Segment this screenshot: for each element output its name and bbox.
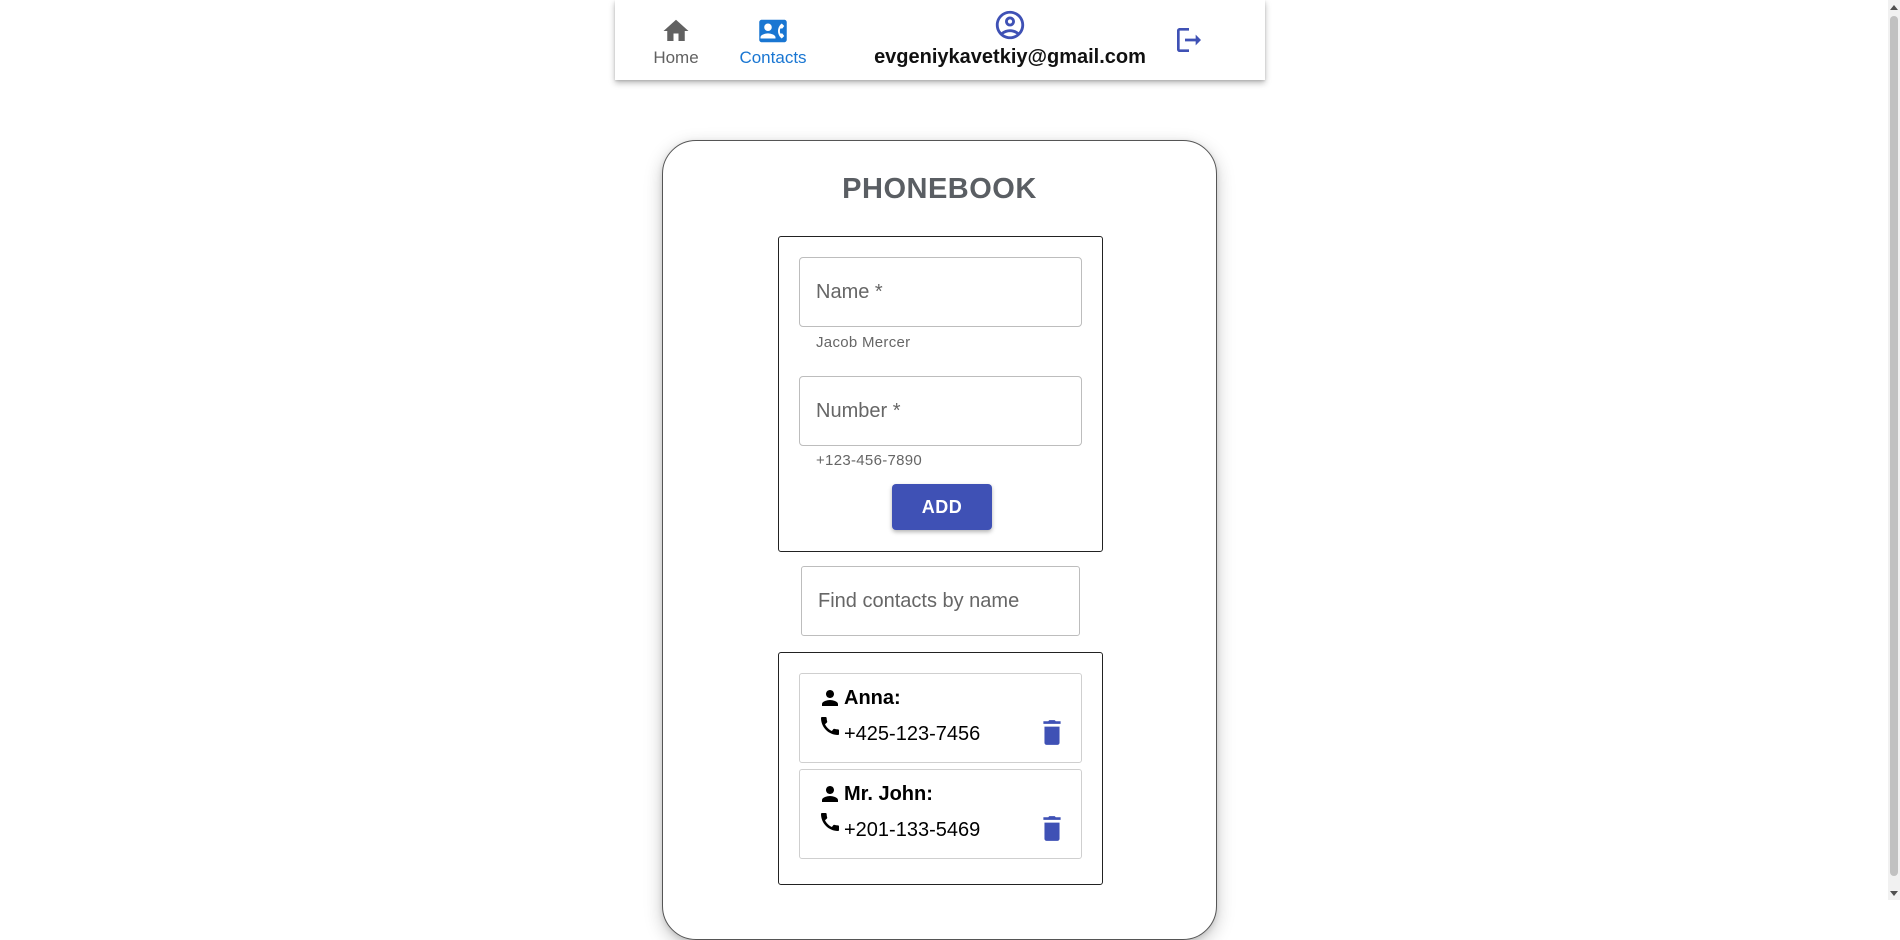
scroll-up-arrow[interactable]	[1888, 0, 1900, 14]
trash-icon	[1039, 814, 1065, 842]
contacts-icon	[758, 16, 788, 46]
name-input-placeholder: Name *	[816, 280, 883, 303]
account-circle-icon	[993, 8, 1027, 42]
contacts-list: Anna: +425-123-7456 Mr. John: +201-133-5…	[778, 652, 1103, 885]
contact-phone-row: +425-123-7456	[818, 714, 980, 745]
number-input[interactable]: Number *	[799, 376, 1082, 446]
contact-phone-row: +201-133-5469	[818, 810, 980, 841]
contact-phone: +201-133-5469	[844, 819, 981, 841]
add-button[interactable]: ADD	[892, 484, 992, 530]
scroll-down-arrow[interactable]	[1888, 886, 1900, 900]
nav-contacts-link[interactable]: Contacts	[733, 16, 813, 68]
contact-item: Mr. John: +201-133-5469	[799, 769, 1082, 859]
nav-home-link[interactable]: Home	[651, 16, 701, 68]
contact-name-row: Mr. John:	[818, 782, 933, 806]
page-scrollbar[interactable]	[1888, 0, 1900, 900]
person-icon	[818, 782, 842, 806]
trash-icon	[1039, 718, 1065, 746]
number-helper-text: +123-456-7890	[816, 452, 923, 469]
home-icon	[661, 16, 691, 46]
top-nav-bar: Home Contacts evgeniykavetkiy@gmail.com	[615, 0, 1265, 80]
logout-icon	[1173, 24, 1205, 56]
user-menu: evgeniykavetkiy@gmail.com	[850, 8, 1170, 68]
contact-item: Anna: +425-123-7456	[799, 673, 1082, 763]
contact-name-row: Anna:	[818, 686, 901, 710]
contact-name: Mr. John:	[844, 783, 933, 805]
phonebook-card: PHONEBOOK Name * Jacob Mercer Number * +…	[662, 140, 1217, 940]
delete-contact-button[interactable]	[1039, 718, 1065, 746]
page-title: PHONEBOOK	[842, 173, 1037, 205]
name-helper-text: Jacob Mercer	[816, 334, 911, 351]
nav-home-label: Home	[653, 48, 699, 67]
search-input[interactable]: Find contacts by name	[801, 566, 1080, 636]
add-contact-form: Name * Jacob Mercer Number * +123-456-78…	[778, 236, 1103, 552]
search-input-placeholder: Find contacts by name	[818, 589, 1020, 612]
contact-name: Anna:	[844, 687, 901, 709]
name-input[interactable]: Name *	[799, 257, 1082, 327]
contact-phone: +425-123-7456	[844, 723, 981, 745]
phone-icon	[818, 810, 842, 834]
number-input-placeholder: Number *	[816, 399, 901, 422]
phone-icon	[818, 714, 842, 738]
logout-button[interactable]	[1173, 24, 1205, 56]
scrollbar-thumb[interactable]	[1890, 16, 1898, 876]
nav-contacts-label: Contacts	[739, 48, 807, 67]
delete-contact-button[interactable]	[1039, 814, 1065, 842]
user-email: evgeniykavetkiy@gmail.com	[874, 46, 1146, 68]
person-icon	[818, 686, 842, 710]
